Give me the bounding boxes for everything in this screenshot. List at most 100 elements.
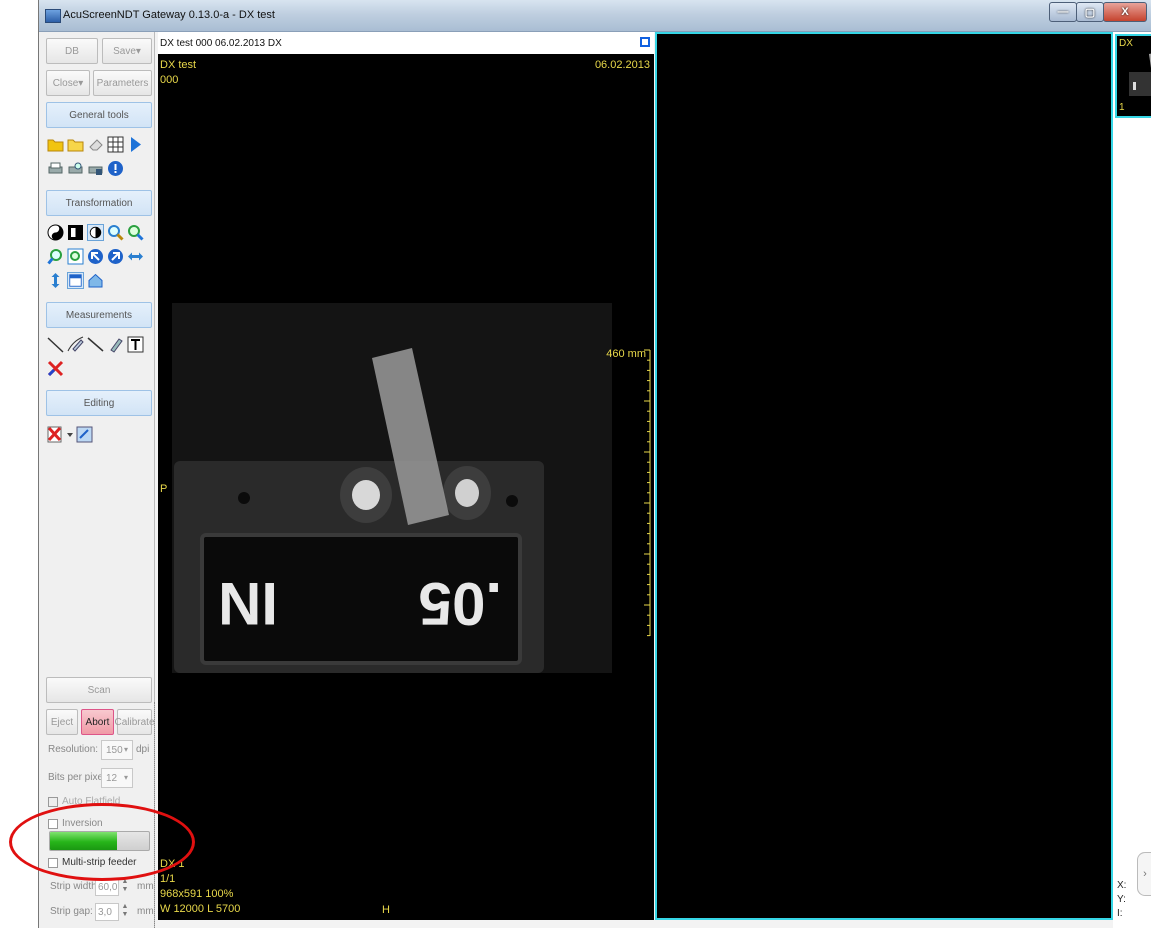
angle-tool-icon[interactable] [87, 336, 104, 353]
save-button[interactable]: Save▾ [102, 38, 152, 64]
measurements-row-2 [47, 360, 64, 377]
general-tools-row-1 [47, 136, 144, 153]
text-tool-icon[interactable] [127, 336, 144, 353]
info-modality: DX 1 [160, 858, 185, 870]
coord-y: Y: [1117, 894, 1126, 905]
xray-image: IN .05 [172, 303, 612, 673]
parameters-button[interactable]: Parameters [93, 70, 152, 96]
strip-width-stepper[interactable]: ▲ ▼ [120, 878, 130, 896]
orientation-bottom-label: H [382, 904, 390, 916]
secondary-viewport[interactable] [655, 32, 1113, 920]
open-folder-icon[interactable] [47, 136, 64, 153]
scan-progress-bar [49, 831, 150, 851]
viewport-header-text: DX test 000 06.02.2013 DX [160, 37, 282, 49]
transformation-row-3 [47, 272, 104, 289]
thumbnail-modality: DX [1119, 38, 1133, 49]
rotate-left-icon[interactable] [87, 248, 104, 265]
print-preview-icon[interactable] [67, 160, 84, 177]
print-icon[interactable] [47, 160, 64, 177]
resolution-select[interactable]: 150 ▾ [101, 740, 133, 760]
bits-per-pixel-value: 12 [106, 772, 118, 784]
calibrate-button[interactable]: Calibrate [114, 709, 155, 735]
inversion-checkbox[interactable] [48, 819, 58, 829]
plate-text-05: .05 [419, 570, 502, 637]
db-button[interactable]: DB [46, 38, 98, 64]
curve-measure-icon[interactable] [67, 336, 84, 353]
flip-vertical-icon[interactable] [47, 272, 64, 289]
inversion-label: Inversion [62, 818, 103, 829]
play-icon[interactable] [127, 136, 144, 153]
chevron-down-icon: ▾ [123, 773, 128, 782]
app-logo-icon [45, 9, 61, 23]
orientation-left-label: P [160, 483, 168, 495]
maximize-viewport-icon[interactable] [640, 37, 650, 47]
strip-gap-input[interactable]: 3,0 [95, 903, 119, 921]
multi-strip-checkbox[interactable] [48, 858, 58, 868]
viewport-header: DX test 000 06.02.2013 DX [158, 32, 654, 54]
scale-ruler [644, 349, 651, 637]
resolution-value: 150 [106, 744, 123, 756]
abort-button[interactable]: Abort [81, 709, 114, 735]
line-tool-icon[interactable] [47, 336, 64, 353]
close-dropdown-button[interactable]: Close▾ [46, 70, 90, 96]
pen-measure-icon[interactable] [107, 336, 124, 353]
zoom-icon[interactable] [107, 224, 124, 241]
app-window: AcuScreenNDT Gateway 0.13.0-a - DX test … [38, 0, 1151, 928]
section-measurements[interactable]: Measurements [46, 302, 152, 328]
zoom-region-icon[interactable] [67, 248, 84, 265]
plate-text-in: IN [218, 570, 278, 637]
chevron-down-icon: ▾ [123, 745, 128, 754]
strip-gap-stepper[interactable]: ▲ ▼ [120, 903, 130, 921]
thumbnail-image [1129, 53, 1151, 96]
rotate-right-icon[interactable] [107, 248, 124, 265]
section-transformation[interactable]: Transformation [46, 190, 152, 216]
window-fit-icon[interactable] [67, 272, 84, 289]
flip-horizontal-icon[interactable] [127, 248, 144, 265]
auto-flatfield-checkbox[interactable] [48, 797, 58, 807]
thumbnail-index: 1 [1119, 102, 1125, 113]
strip-width-unit: mm [137, 881, 154, 892]
eraser-icon[interactable] [87, 136, 104, 153]
export-image-icon[interactable] [76, 426, 93, 443]
info-size-zoom: 968x591 100% [160, 888, 234, 900]
section-editing[interactable]: Editing [46, 390, 152, 416]
zoom-out-icon[interactable] [47, 248, 64, 265]
left-tool-panel: DB Save▾ Close▾ Parameters General tools… [39, 32, 155, 928]
close-window-button[interactable]: X [1103, 2, 1147, 22]
transformation-row-2 [47, 248, 144, 265]
xray-picture: IN .05 [172, 303, 612, 673]
section-general-tools[interactable]: General tools [46, 102, 152, 128]
folder-icon[interactable] [67, 136, 84, 153]
coord-x: X: [1117, 880, 1127, 891]
window-level-icon[interactable] [87, 224, 104, 241]
delete-image-icon[interactable] [47, 426, 64, 443]
overlay-patient-id: 000 [160, 74, 179, 86]
bits-per-pixel-select[interactable]: 12 ▾ [101, 768, 133, 788]
info-frames: 1/1 [160, 873, 176, 885]
maximize-button[interactable]: ▢ [1076, 2, 1104, 22]
delete-measurements-icon[interactable] [47, 360, 64, 377]
info-icon[interactable] [107, 160, 124, 177]
scan-button[interactable]: Scan [46, 677, 152, 703]
info-window-level: W 12000 L 5700 [160, 903, 241, 915]
thumbnail-strip: DX 1 X: Y: I: [1113, 32, 1151, 928]
home-icon[interactable] [87, 272, 104, 289]
grid-icon[interactable] [107, 136, 124, 153]
window-controls: — ▢ X [1049, 2, 1147, 22]
strip-width-input[interactable]: 60,0 [95, 878, 119, 896]
thumbnail-item[interactable]: DX 1 [1115, 34, 1151, 118]
image-viewport[interactable]: DX test 000 06.02.2013 DX DX test 000 06… [158, 32, 654, 920]
editing-row-1 [47, 426, 93, 443]
invert-yin-yang-icon[interactable] [47, 224, 64, 241]
resolution-label: Resolution: [48, 744, 99, 755]
scale-label: 460 mm [606, 348, 646, 360]
print-settings-icon[interactable] [87, 160, 104, 177]
scan-progress-fill [50, 832, 118, 850]
eject-button[interactable]: Eject [46, 709, 78, 735]
minimize-button[interactable]: — [1049, 2, 1077, 22]
contrast-icon[interactable] [67, 224, 84, 241]
chevron-down-icon[interactable] [67, 426, 73, 443]
zoom-fit-icon[interactable] [127, 224, 144, 241]
expand-panel-tab[interactable]: › [1137, 852, 1151, 896]
window-title: AcuScreenNDT Gateway 0.13.0-a - DX test [63, 9, 275, 21]
